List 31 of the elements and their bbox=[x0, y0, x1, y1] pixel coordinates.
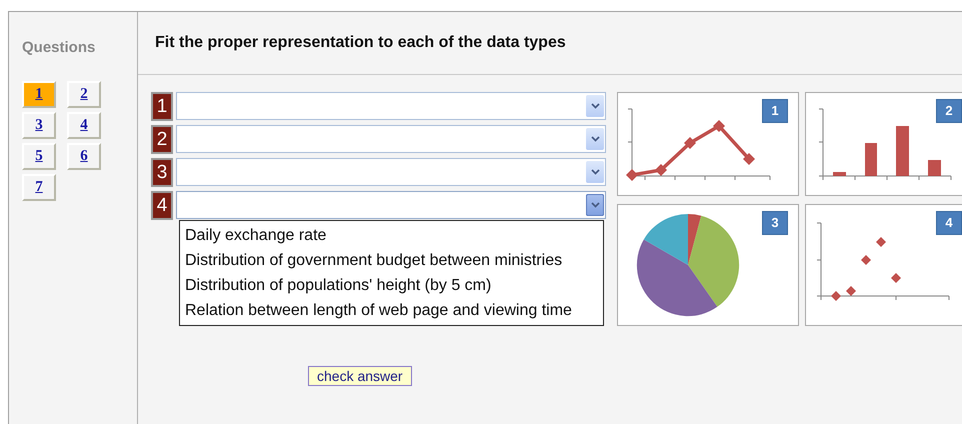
answer-number: 4 bbox=[151, 191, 173, 220]
chart-number-badge: 4 bbox=[936, 211, 962, 235]
chevron-down-icon[interactable] bbox=[586, 161, 604, 183]
question-link[interactable]: 2 bbox=[67, 81, 101, 108]
sidebar-title: Questions bbox=[22, 39, 96, 58]
chart-card[interactable]: 2 bbox=[805, 92, 962, 196]
chart-card[interactable]: 4 bbox=[805, 204, 962, 326]
question-link[interactable]: 6 bbox=[67, 143, 101, 170]
answer-dropdown[interactable] bbox=[176, 191, 606, 219]
dropdown-option[interactable]: Distribution of government budget between ministries bbox=[185, 248, 603, 273]
chevron-down-icon[interactable] bbox=[586, 128, 604, 150]
question-link[interactable]: 7 bbox=[22, 174, 56, 201]
answer-number: 1 bbox=[151, 92, 173, 121]
question-link[interactable]: 4 bbox=[67, 112, 101, 139]
chevron-down-icon[interactable] bbox=[586, 194, 604, 216]
answer-number: 3 bbox=[151, 158, 173, 187]
chart-number-badge: 3 bbox=[762, 211, 788, 235]
answer-number: 2 bbox=[151, 125, 173, 154]
question-heading: Fit the proper representation to each of the data types bbox=[155, 34, 566, 52]
question-link[interactable]: 5 bbox=[22, 143, 56, 170]
dropdown-option[interactable]: Daily exchange rate bbox=[185, 223, 603, 248]
chevron-down-icon[interactable] bbox=[586, 95, 604, 117]
chart-number-badge: 1 bbox=[762, 99, 788, 123]
dropdown-option[interactable]: Relation between length of web page and viewing time bbox=[185, 298, 603, 323]
question-link[interactable]: 1 bbox=[22, 81, 56, 108]
chart-card[interactable]: 3 bbox=[617, 204, 799, 326]
chart-number-badge: 2 bbox=[936, 99, 962, 123]
question-link[interactable]: 3 bbox=[22, 112, 56, 139]
chart-card[interactable]: 1 bbox=[617, 92, 799, 196]
dropdown-option[interactable]: Distribution of populations' height (by 5 cm) bbox=[185, 273, 603, 298]
check-answer-button[interactable]: check answer bbox=[308, 366, 412, 386]
